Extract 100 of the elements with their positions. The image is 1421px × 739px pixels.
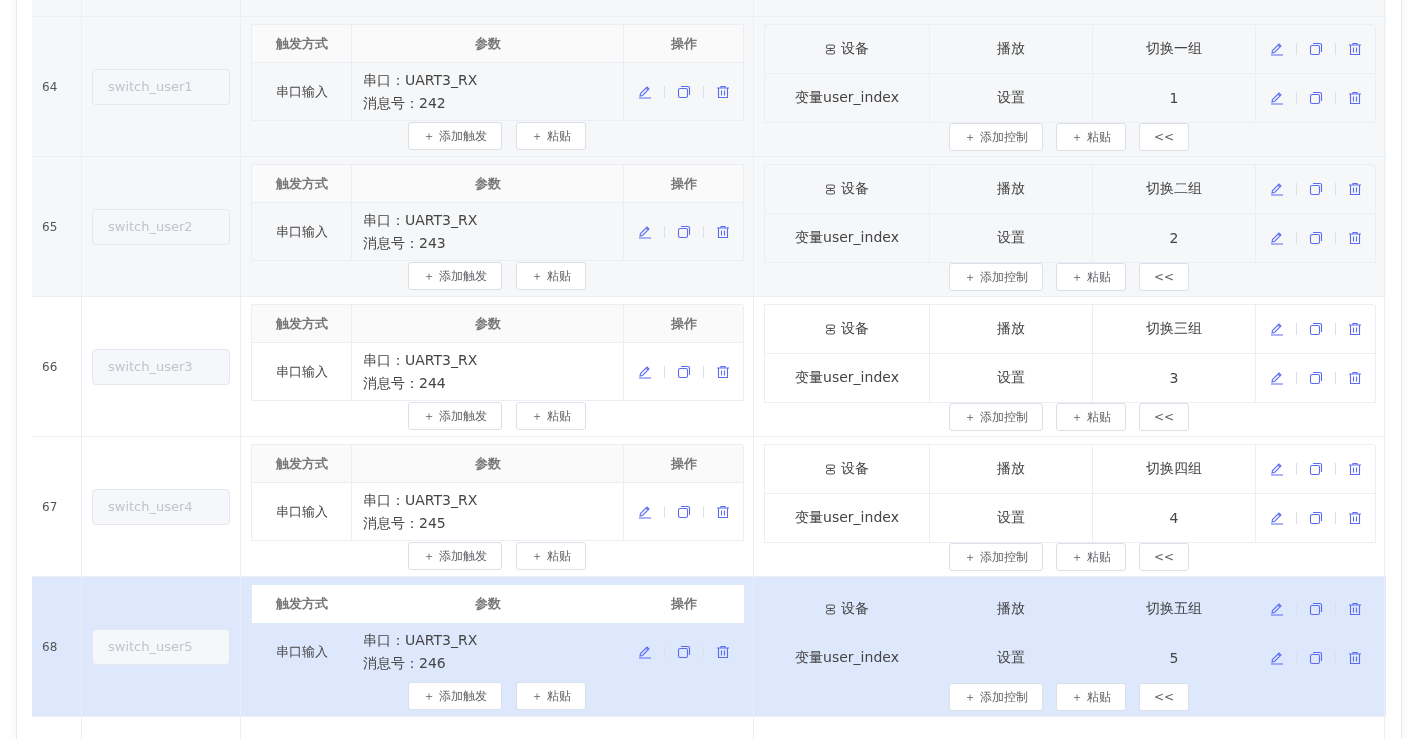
toolbar-button[interactable]: ＋ 粘贴 bbox=[1055, 543, 1126, 571]
table-cell-text: 切换五组 bbox=[1145, 599, 1203, 618]
delete-icon[interactable] bbox=[1347, 511, 1362, 525]
copy-icon[interactable] bbox=[676, 224, 691, 239]
copy-icon[interactable] bbox=[1308, 371, 1323, 385]
copy-icon[interactable] bbox=[1308, 42, 1323, 56]
toolbar-button[interactable]: ＋ 粘贴 bbox=[516, 122, 586, 150]
device-icon bbox=[825, 183, 836, 195]
toolbar-button[interactable]: ＋ 粘贴 bbox=[516, 542, 586, 570]
table-cell: 播放 bbox=[930, 165, 1093, 214]
column-header: 操作 bbox=[624, 305, 744, 343]
delete-icon[interactable] bbox=[1347, 231, 1362, 245]
delete-icon[interactable] bbox=[715, 644, 730, 659]
table-cell: 切换四组 bbox=[1093, 445, 1256, 494]
toolbar-button[interactable]: ＋ 添加控制 bbox=[948, 683, 1043, 711]
delete-icon[interactable] bbox=[1347, 462, 1362, 476]
toolbar-button[interactable]: << bbox=[1138, 263, 1190, 291]
edit-icon[interactable] bbox=[1269, 462, 1284, 476]
edit-icon[interactable] bbox=[637, 364, 652, 379]
edit-icon[interactable] bbox=[1269, 322, 1284, 336]
toolbar-button[interactable]: ＋ 粘贴 bbox=[1055, 403, 1126, 431]
delete-icon[interactable] bbox=[1347, 182, 1362, 196]
toolbar-button[interactable]: ＋ 添加触发 bbox=[408, 122, 502, 150]
toolbar-button[interactable]: ＋ 粘贴 bbox=[1055, 123, 1126, 151]
copy-icon[interactable] bbox=[1308, 651, 1323, 665]
toolbar-button[interactable]: ＋ 添加触发 bbox=[408, 682, 502, 710]
toolbar-button[interactable]: ＋ 添加控制 bbox=[948, 403, 1043, 431]
edit-icon[interactable] bbox=[637, 504, 652, 519]
table-cell: 变量user_index bbox=[795, 89, 899, 107]
delete-icon[interactable] bbox=[715, 224, 730, 239]
toolbar-button[interactable]: ＋ 粘贴 bbox=[1055, 263, 1126, 291]
toolbar-button[interactable]: ＋ 添加触发 bbox=[408, 262, 502, 290]
toolbar-button[interactable]: ＋ 添加控制 bbox=[948, 543, 1043, 571]
delete-icon[interactable] bbox=[1347, 651, 1362, 665]
copy-icon[interactable] bbox=[676, 644, 691, 659]
delete-icon[interactable] bbox=[715, 504, 730, 519]
column-header: 触发方式 bbox=[252, 165, 352, 203]
edit-icon[interactable] bbox=[1269, 91, 1284, 105]
delete-icon[interactable] bbox=[1347, 322, 1362, 336]
delete-icon[interactable] bbox=[715, 84, 730, 99]
column-header: 触发方式 bbox=[252, 585, 352, 623]
table-cell: 变量user_index bbox=[795, 509, 899, 527]
param-text: 消息号：246 bbox=[363, 653, 446, 673]
edit-icon[interactable] bbox=[637, 644, 652, 659]
column-header: 操作 bbox=[624, 165, 744, 203]
toolbar-button[interactable]: ＋ 添加触发 bbox=[408, 402, 502, 430]
delete-icon[interactable] bbox=[1347, 371, 1362, 385]
edit-icon[interactable] bbox=[1269, 511, 1284, 525]
edit-icon[interactable] bbox=[1269, 182, 1284, 196]
copy-icon[interactable] bbox=[1308, 91, 1323, 105]
copy-icon[interactable] bbox=[1308, 602, 1323, 616]
column-header: 触发方式 bbox=[252, 445, 352, 483]
table-cell: 设备 bbox=[841, 460, 869, 478]
copy-icon[interactable] bbox=[1308, 322, 1323, 336]
toolbar-button[interactable]: << bbox=[1138, 543, 1190, 571]
table-cell-text: 设置 bbox=[996, 648, 1026, 667]
param-text: 消息号：242 bbox=[363, 93, 446, 113]
edit-icon[interactable] bbox=[1269, 371, 1284, 385]
copy-icon[interactable] bbox=[676, 504, 691, 519]
table-cell: 播放 bbox=[930, 305, 1093, 354]
edit-icon[interactable] bbox=[637, 84, 652, 99]
delete-icon[interactable] bbox=[1347, 602, 1362, 616]
delete-icon[interactable] bbox=[1347, 42, 1362, 56]
toolbar-button[interactable]: ＋ 粘贴 bbox=[1055, 683, 1126, 711]
row-number: 64 bbox=[42, 79, 58, 94]
copy-icon[interactable] bbox=[1308, 231, 1323, 245]
row-number: 66 bbox=[42, 359, 58, 374]
param-text: 消息号：244 bbox=[363, 373, 446, 393]
edit-icon[interactable] bbox=[637, 224, 652, 239]
copy-icon[interactable] bbox=[676, 84, 691, 99]
copy-icon[interactable] bbox=[1308, 511, 1323, 525]
toolbar-button[interactable]: ＋ 粘贴 bbox=[516, 402, 586, 430]
table-cell: 串口输入 bbox=[252, 483, 352, 541]
table-cell: 串口输入 bbox=[252, 343, 352, 401]
toolbar-button[interactable]: << bbox=[1138, 403, 1190, 431]
table-cell: 变量user_index bbox=[795, 369, 899, 387]
toolbar-button[interactable]: ＋ 添加控制 bbox=[948, 123, 1043, 151]
edit-icon[interactable] bbox=[1269, 651, 1284, 665]
toolbar-button[interactable]: << bbox=[1138, 123, 1190, 151]
column-header: 操作 bbox=[624, 585, 744, 623]
toolbar-button[interactable]: ＋ 添加控制 bbox=[948, 263, 1043, 291]
toolbar-button[interactable]: ＋ 粘贴 bbox=[516, 682, 586, 710]
column-header: 参数 bbox=[352, 165, 624, 203]
copy-icon[interactable] bbox=[676, 364, 691, 379]
toolbar-button[interactable]: ＋ 添加触发 bbox=[408, 542, 502, 570]
toolbar-button[interactable]: ＋ 粘贴 bbox=[516, 262, 586, 290]
edit-icon[interactable] bbox=[1269, 231, 1284, 245]
edit-icon[interactable] bbox=[1269, 42, 1284, 56]
table-cell: 设备 bbox=[841, 180, 869, 198]
delete-icon[interactable] bbox=[1347, 91, 1362, 105]
device-icon bbox=[825, 43, 836, 55]
table-cell: 切换三组 bbox=[1093, 305, 1256, 354]
table-cell: 切换一组 bbox=[1093, 25, 1256, 74]
delete-icon[interactable] bbox=[715, 364, 730, 379]
table-cell-text: 5 bbox=[1168, 649, 1180, 668]
toolbar-button[interactable]: << bbox=[1138, 683, 1190, 711]
edit-icon[interactable] bbox=[1269, 602, 1284, 616]
copy-icon[interactable] bbox=[1308, 182, 1323, 196]
copy-icon[interactable] bbox=[1308, 462, 1323, 476]
table-cell: 串口输入 bbox=[252, 63, 352, 121]
